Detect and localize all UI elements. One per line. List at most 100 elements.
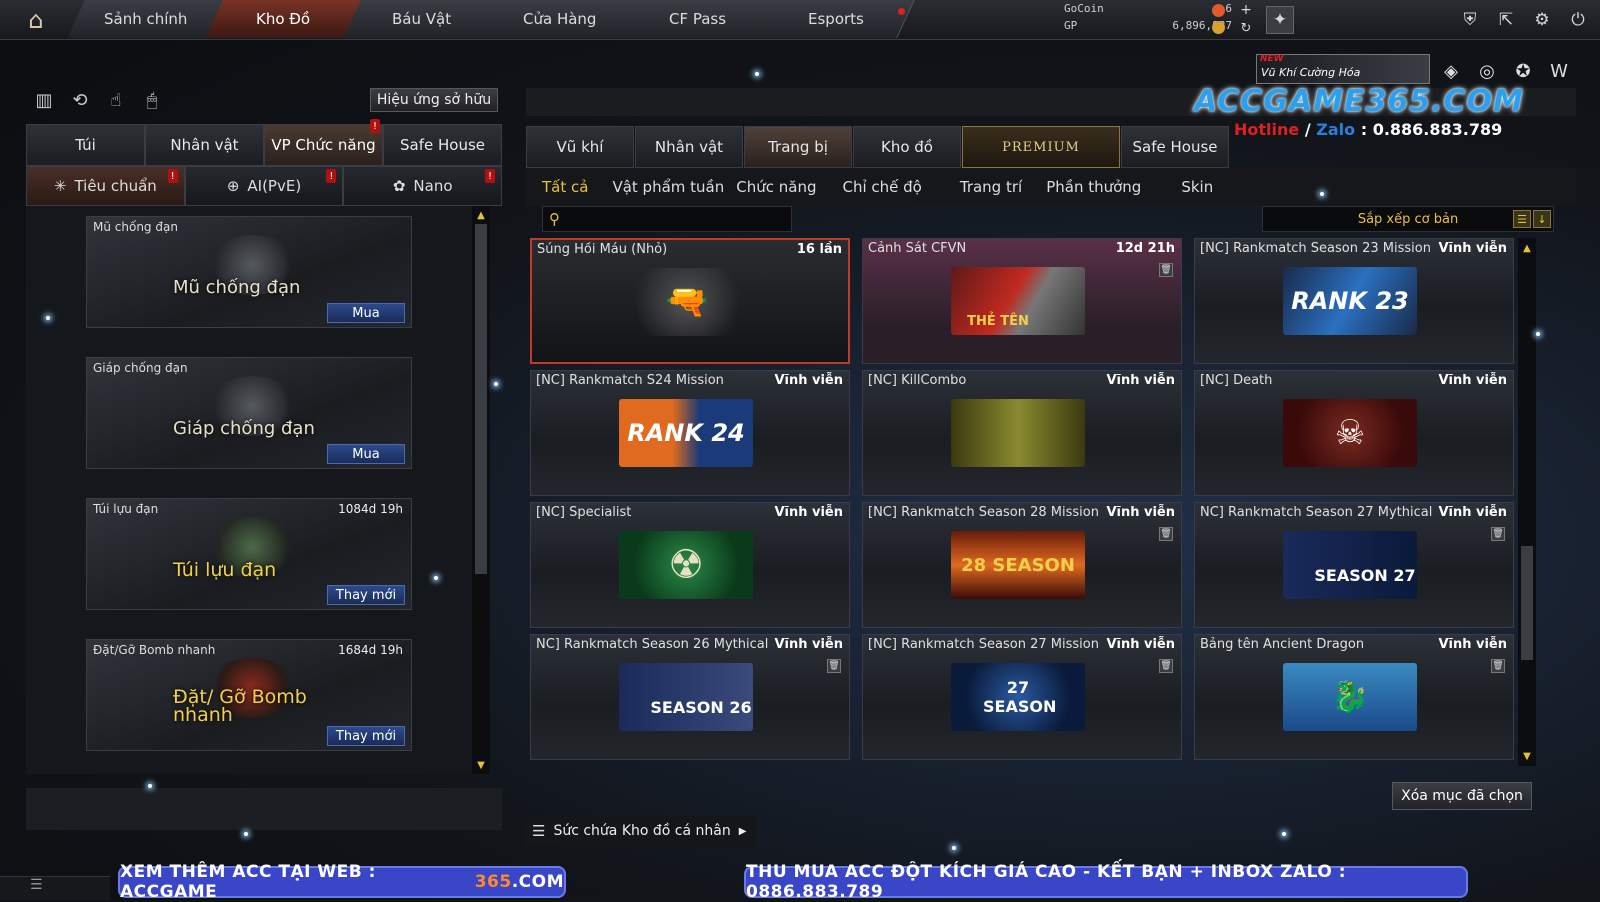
- search-input[interactable]: ⚲: [542, 206, 792, 232]
- scroll-thumb[interactable]: [475, 224, 487, 574]
- trash-icon[interactable]: 🗑: [1491, 527, 1505, 541]
- emblem-icon[interactable]: ◈: [1438, 58, 1464, 84]
- alert-badge: !: [485, 169, 496, 183]
- mouse-icon[interactable]: 🖱: [140, 88, 164, 112]
- refresh-icon[interactable]: ↻: [1232, 18, 1260, 38]
- item-card[interactable]: [NC] Rankmatch Season 28 Mission Vĩnh vi…: [862, 502, 1182, 628]
- list-item[interactable]: Đặt/Gỡ Bomb nhanh 1684d 19h Đặt/ Gỡ Bomb…: [86, 639, 412, 751]
- event-icon[interactable]: ✦: [1266, 6, 1294, 34]
- tab-storage[interactable]: Kho đồ: [853, 126, 961, 168]
- nav-tab-esports[interactable]: Esports: [757, 0, 915, 38]
- owned-effects-button[interactable]: Hiệu ứng sở hữu: [370, 88, 498, 112]
- sparkle: [1320, 192, 1324, 196]
- add-coin-icon[interactable]: +: [1232, 0, 1260, 20]
- scroll-down-icon[interactable]: ▼: [1521, 750, 1533, 762]
- item-name: Đặt/Gỡ Bomb nhanh: [93, 643, 216, 657]
- gear-icon[interactable]: ⚙: [1528, 6, 1556, 34]
- ranking-icon[interactable]: ▥: [32, 88, 56, 112]
- subtab-standard[interactable]: ✳ Tiêu chuẩn!: [26, 166, 185, 206]
- nav-tab-lobby[interactable]: Sảnh chính: [67, 0, 225, 38]
- menu-icon[interactable]: ☰: [30, 877, 43, 893]
- globe-icon[interactable]: ◎: [1474, 58, 1500, 84]
- banner-text: XEM THÊM ACC TẠI WEB : ACCGAME: [120, 862, 376, 902]
- trash-icon[interactable]: 🗑: [1159, 263, 1173, 277]
- home-icon[interactable]: ⌂: [12, 4, 60, 36]
- tab-weapons[interactable]: Vũ khí: [526, 126, 634, 168]
- subtab-ai-pve[interactable]: ⊕ AI(PvE)!: [184, 166, 344, 206]
- delete-selected-button[interactable]: Xóa mục đã chọn: [1392, 782, 1532, 810]
- nav-tab-treasure[interactable]: Báu Vật: [343, 0, 501, 38]
- item-card[interactable]: [NC] Rankmatch Season 27 Mission Vĩnh vi…: [862, 634, 1182, 760]
- w-logo-icon[interactable]: W: [1546, 58, 1572, 84]
- list-item[interactable]: Giáp chống đạn Giáp chống đạn Mua: [86, 357, 412, 469]
- subtab-function[interactable]: Chức năng: [730, 178, 834, 196]
- tab-label: Safe House: [400, 136, 485, 154]
- item-card[interactable]: [NC] Death Vĩnh viễn ☠: [1194, 370, 1514, 496]
- gp-label: GP: [1064, 19, 1078, 32]
- tab-premium[interactable]: PREMIUM: [962, 126, 1120, 168]
- trash-icon[interactable]: 🗑: [1159, 527, 1173, 541]
- trash-icon[interactable]: 🗑: [827, 659, 841, 673]
- item-card[interactable]: Súng Hồi Máu (Nhỏ) 16 lần 🔫: [530, 238, 850, 364]
- item-card[interactable]: [NC] Rankmatch Season 23 Mission Vĩnh vi…: [1194, 238, 1514, 364]
- nav-tab-shop[interactable]: Cửa Hàng: [481, 0, 639, 38]
- subtab-rewards[interactable]: Phần thưởng: [1038, 178, 1167, 196]
- list-view-icon[interactable]: ☰: [1513, 210, 1531, 228]
- buy-button[interactable]: Mua: [327, 303, 405, 323]
- trash-icon[interactable]: 🗑: [1159, 659, 1173, 673]
- scroll-thumb[interactable]: [1521, 546, 1533, 660]
- gocoin-label: GoCoin: [1064, 2, 1104, 15]
- item-card[interactable]: Cảnh Sát CFVN 12d 21h 🗑 THẺ TÊN: [862, 238, 1182, 364]
- scroll-down-icon[interactable]: ▼: [475, 759, 487, 771]
- item-card[interactable]: [NC] KillCombo Vĩnh viễn: [862, 370, 1182, 496]
- tab-equipment[interactable]: Trang bị: [744, 126, 852, 168]
- list-item[interactable]: Mũ chống đạn Mũ chống đạn Mua: [86, 216, 412, 328]
- subtab-mode-only[interactable]: Chỉ chế độ: [834, 178, 943, 196]
- tab-bag[interactable]: Túi: [26, 124, 145, 166]
- item-card[interactable]: NC] Rankmatch Season 26 Mythical Vĩnh vi…: [530, 634, 850, 760]
- subtab-all[interactable]: Tất cả: [526, 178, 602, 196]
- nav-tab-inventory[interactable]: Kho Đồ: [205, 0, 363, 38]
- nav-tab-label: Esports: [807, 10, 864, 28]
- card-time: Vĩnh viễn: [1438, 505, 1507, 520]
- storage-capacity[interactable]: ☰ Sức chứa Kho đồ cá nhân ▶: [526, 816, 756, 846]
- buy-button[interactable]: Mua: [327, 444, 405, 464]
- hand-icon[interactable]: ☝: [104, 88, 128, 112]
- badge-icon[interactable]: ✪: [1510, 58, 1536, 84]
- sparkle-icon: ✳: [53, 177, 67, 195]
- renew-button[interactable]: Thay mới: [327, 585, 405, 605]
- list-item[interactable]: Túi lựu đạn 1084d 19h Túi lựu đạn Thay m…: [86, 498, 412, 610]
- sparkle: [952, 846, 956, 850]
- history-icon[interactable]: ⟲: [68, 88, 92, 112]
- scroll-up-icon[interactable]: ▲: [475, 209, 487, 221]
- nav-tab-cfpass[interactable]: CF Pass: [619, 0, 777, 38]
- exit-room-icon[interactable]: ⇱: [1492, 6, 1520, 34]
- trash-icon[interactable]: 🗑: [1491, 659, 1505, 673]
- sort-dropdown[interactable]: Sắp xếp cơ bản ☰ ↓: [1262, 206, 1554, 232]
- tab-safe-house[interactable]: Safe House: [383, 124, 502, 166]
- sort-order-icon[interactable]: ↓: [1533, 210, 1551, 228]
- subtab-skin[interactable]: Skin: [1167, 178, 1227, 196]
- tab-function-items[interactable]: VP Chức năng!: [264, 119, 383, 166]
- subtab-nano[interactable]: ✿ Nano!: [343, 166, 503, 206]
- item-card[interactable]: NC] Rankmatch Season 27 Mythical Vĩnh vi…: [1194, 502, 1514, 628]
- item-card[interactable]: [NC] Specialist Vĩnh viễn ☢: [530, 502, 850, 628]
- item-card[interactable]: Bảng tên Ancient Dragon Vĩnh viễn 🗑 🐉: [1194, 634, 1514, 760]
- enhanced-weapon-banner[interactable]: NEW Vũ Khí Cường Hóa: [1256, 54, 1430, 84]
- tab-character[interactable]: Nhân vật: [145, 124, 264, 166]
- right-scrollbar[interactable]: ▲ ▼: [1518, 238, 1536, 766]
- tab-safe-house[interactable]: Safe House: [1121, 126, 1229, 168]
- item-card[interactable]: [NC] Rankmatch S24 Mission Vĩnh viễn RAN…: [530, 370, 850, 496]
- subtab-weekly[interactable]: Vật phẩm tuần: [602, 178, 730, 196]
- item-grid: Súng Hồi Máu (Nhỏ) 16 lần 🔫 Cảnh Sát CFV…: [530, 238, 1515, 778]
- subtab-decoration[interactable]: Trang trí: [944, 178, 1038, 196]
- tab-characters[interactable]: Nhân vật: [635, 126, 743, 168]
- scroll-up-icon[interactable]: ▲: [1521, 242, 1533, 254]
- currency-box: GoCoin 6 GP 6,896,887: [1064, 2, 1254, 36]
- renew-button[interactable]: Thay mới: [327, 726, 405, 746]
- left-footer: [26, 788, 502, 830]
- shield-icon[interactable]: ⛨: [1456, 6, 1484, 34]
- left-scrollbar[interactable]: ▲ ▼: [472, 206, 490, 774]
- banner-text: .COM: [511, 872, 564, 892]
- power-icon[interactable]: ⏻: [1564, 6, 1592, 34]
